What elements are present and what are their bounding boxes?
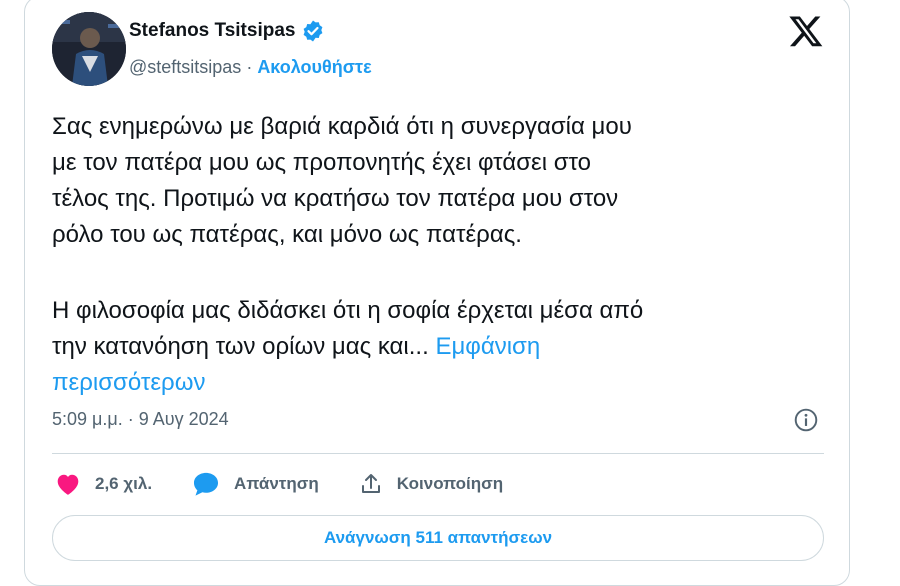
tweet-text: Σας ενημερώνω με βαριά καρδιά ότι η συνε… <box>52 109 832 441</box>
heart-icon <box>55 472 81 496</box>
like-button[interactable]: 2,6 χιλ. <box>55 472 152 496</box>
author-row: Stefanos Tsitsipas <box>129 19 325 43</box>
like-count: 2,6 χιλ. <box>95 474 153 493</box>
reply-label: Απάντηση <box>234 474 319 493</box>
divider <box>52 453 824 454</box>
author-handle[interactable]: @steftsitsipas <box>129 57 241 78</box>
show-more-link[interactable]: Εμφάνιση <box>435 333 540 360</box>
verified-badge-icon <box>301 19 325 43</box>
tweet-embed-card: Stefanos Tsitsipas @steftsitsipas · Ακολ… <box>24 0 850 586</box>
share-button[interactable]: Κοινοποίηση <box>359 471 503 497</box>
reply-button[interactable]: Απάντηση <box>192 471 319 497</box>
reply-bubble-icon <box>192 471 220 497</box>
handle-row: @steftsitsipas · Ακολουθήστε <box>129 57 372 78</box>
read-replies-button[interactable]: Ανάγνωση 511 απαντήσεων <box>52 515 824 561</box>
tweet-paragraph-2: Η φιλοσοφία μας διδάσκει ότι η σοφία έρχ… <box>52 293 832 401</box>
show-more-link-continued[interactable]: περισσότερων <box>52 365 832 401</box>
share-icon <box>359 471 383 497</box>
handle-separator: · <box>241 57 258 77</box>
author-name[interactable]: Stefanos Tsitsipas <box>129 20 295 42</box>
tweet-line: ρόλο του ως πατέρας, και μόνο ως πατέρας… <box>52 221 522 248</box>
follow-link[interactable]: Ακολουθήστε <box>257 57 371 78</box>
tweet-paragraph-1: Σας ενημερώνω με βαριά καρδιά ότι η συνε… <box>52 109 832 253</box>
avatar[interactable] <box>52 12 126 86</box>
tweet-line: με τον πατέρα μου ως προπονητής έχει φτά… <box>52 149 592 176</box>
tweet-line: την κατανόηση των ορίων μας και... Εμφάν… <box>52 329 832 365</box>
tweet-line: τέλος της. Προτιμώ να κρατήσω τον πατέρα… <box>52 185 619 212</box>
x-logo-icon[interactable] <box>788 13 824 49</box>
share-label: Κοινοποίηση <box>396 474 504 493</box>
tweet-timestamp[interactable]: 5:09 μ.μ. · 9 Αυγ 2024 <box>52 409 229 430</box>
action-bar: 2,6 χιλ. Απάντηση Κοινοποίηση <box>55 471 543 497</box>
tweet-line: Σας ενημερώνω με βαριά καρδιά ότι η συνε… <box>52 113 632 140</box>
tweet-line-text: την κατανόηση των ορίων μας και... <box>52 333 436 360</box>
tweet-line: Η φιλοσοφία μας διδάσκει ότι η σοφία έρχ… <box>52 297 644 324</box>
info-icon[interactable] <box>793 407 819 433</box>
